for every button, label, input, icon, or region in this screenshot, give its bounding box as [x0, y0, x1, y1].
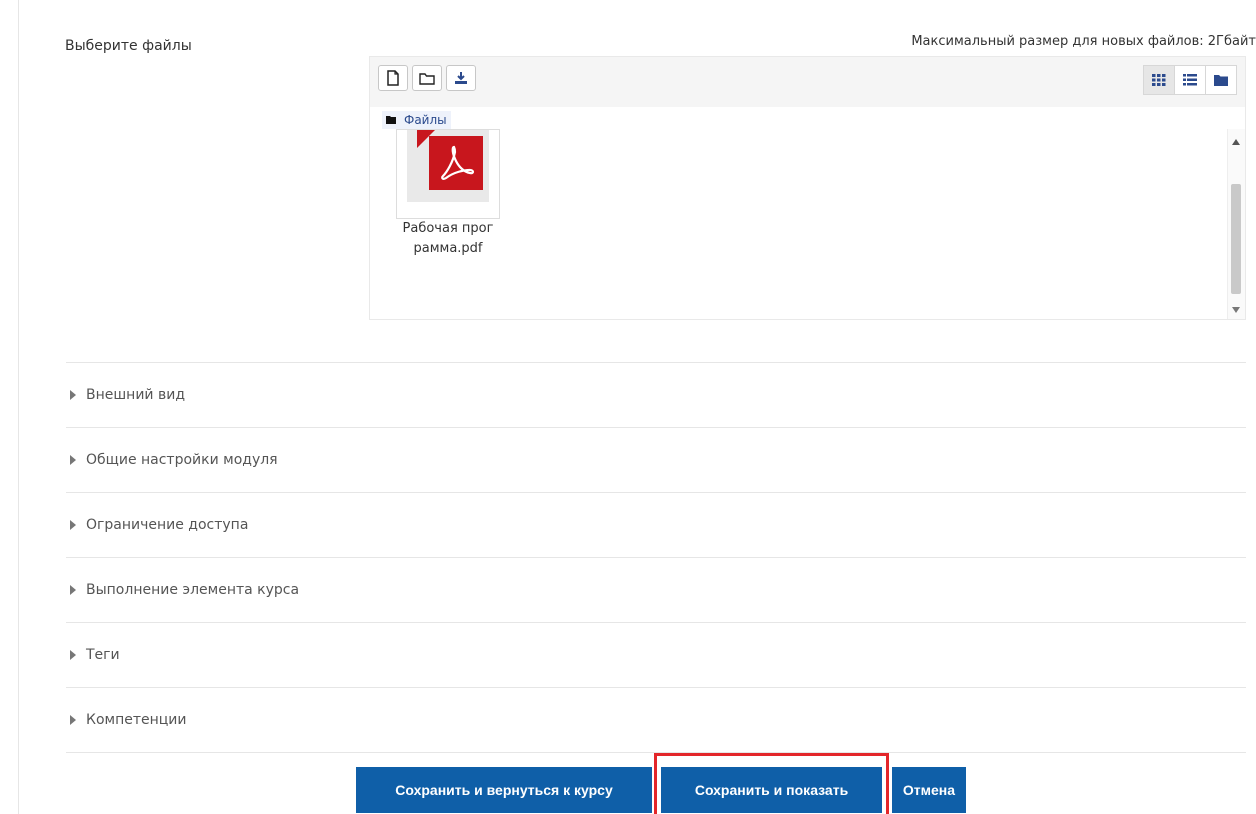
field-label-choose-files: Выберите файлы: [65, 38, 192, 54]
tree-view-icon: [1214, 75, 1228, 86]
create-folder-button[interactable]: [412, 65, 442, 91]
caret-right-icon: [70, 520, 76, 530]
view-switcher: [1143, 65, 1237, 95]
section-competencies[interactable]: Компетенции: [66, 687, 1246, 752]
file-manager-toolbar: [370, 57, 1245, 107]
section-label: Теги: [86, 647, 120, 663]
add-file-button[interactable]: [378, 65, 408, 91]
folder-icon: [419, 73, 435, 85]
acrobat-logo-icon: [441, 145, 475, 180]
file-manager: Файлы Рабочая программа.pdf: [369, 56, 1246, 320]
file-add-icon: [387, 70, 399, 86]
section-appearance[interactable]: Внешний вид: [66, 362, 1246, 427]
grid-view-button[interactable]: [1143, 65, 1175, 95]
scroll-down-arrow[interactable]: [1232, 307, 1240, 313]
section-label: Выполнение элемента курса: [86, 582, 300, 598]
left-border: [18, 0, 19, 814]
section-common-module-settings[interactable]: Общие настройки модуля: [66, 427, 1246, 492]
save-and-display-button[interactable]: Сохранить и показать: [661, 767, 882, 813]
file-name[interactable]: Рабочая программа.pdf: [396, 219, 500, 259]
scroll-thumb[interactable]: [1231, 184, 1241, 294]
max-file-size-note: Максимальный размер для новых файлов: 2Г…: [911, 34, 1256, 49]
file-thumbnail[interactable]: [396, 129, 500, 219]
save-and-return-button[interactable]: Сохранить и вернуться к курсу: [356, 767, 652, 813]
collapsible-sections: Внешний вид Общие настройки модуля Огран…: [66, 362, 1246, 752]
download-icon: [455, 72, 467, 84]
cancel-button[interactable]: Отмена: [892, 767, 966, 813]
caret-right-icon: [70, 715, 76, 725]
caret-right-icon: [70, 650, 76, 660]
scroll-up-arrow[interactable]: [1232, 139, 1240, 145]
section-activity-completion[interactable]: Выполнение элемента курса: [66, 557, 1246, 622]
pdf-icon: [407, 130, 489, 202]
section-label: Ограничение доступа: [86, 517, 249, 533]
file-item[interactable]: Рабочая программа.pdf: [396, 129, 500, 319]
caret-right-icon: [70, 455, 76, 465]
path-label: Файлы: [404, 113, 447, 127]
grid-view-icon: [1152, 74, 1166, 86]
sections-divider: [66, 752, 1246, 753]
section-access-restrictions[interactable]: Ограничение доступа: [66, 492, 1246, 557]
download-all-button[interactable]: [446, 65, 476, 91]
section-tags[interactable]: Теги: [66, 622, 1246, 687]
section-label: Внешний вид: [86, 387, 186, 403]
tree-view-button[interactable]: [1205, 65, 1237, 95]
file-manager-path[interactable]: Файлы: [382, 111, 451, 129]
folder-icon: [386, 116, 396, 124]
file-list-scrollbar[interactable]: [1227, 129, 1245, 319]
caret-right-icon: [70, 390, 76, 400]
section-label: Общие настройки модуля: [86, 452, 278, 468]
list-view-button[interactable]: [1174, 65, 1206, 95]
caret-right-icon: [70, 585, 76, 595]
file-list: Рабочая программа.pdf: [370, 129, 1245, 321]
section-label: Компетенции: [86, 712, 187, 728]
list-view-icon: [1183, 74, 1197, 86]
